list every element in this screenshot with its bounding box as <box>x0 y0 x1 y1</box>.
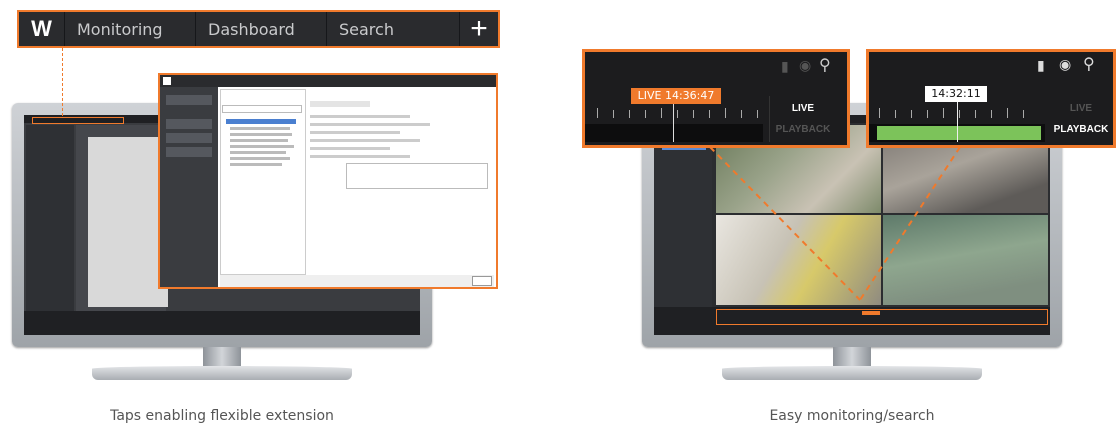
search-icon[interactable]: ⚲ <box>1083 54 1095 74</box>
live-button[interactable]: LIVE <box>771 103 835 114</box>
live-time-badge: LIVE 14:36:47 <box>631 88 721 104</box>
playback-time-badge: 14:32:11 <box>925 86 987 102</box>
camera-icon[interactable]: ◉ <box>1059 56 1071 73</box>
right-caption: Easy monitoring/search <box>769 408 935 424</box>
search-icon[interactable]: ⚲ <box>819 55 831 75</box>
playback-timeline-callout: ▮ ◉ ⚲ 14:32:11 LIVE PLAYBACK <box>866 49 1116 148</box>
bookmark-icon[interactable]: ▮ <box>781 58 789 75</box>
live-timeline-callout: ▮ ◉ ⚲ LIVE 14:36:47 LIVE PLAYBACK <box>582 49 850 148</box>
bookmark-icon[interactable]: ▮ <box>1037 57 1045 74</box>
camera-icon[interactable]: ◉ <box>799 57 811 74</box>
playback-recorded-bar <box>877 126 1041 140</box>
playback-button[interactable]: PLAYBACK <box>771 124 835 135</box>
playback-button[interactable]: PLAYBACK <box>1049 124 1113 135</box>
live-button[interactable]: LIVE <box>1049 103 1113 114</box>
